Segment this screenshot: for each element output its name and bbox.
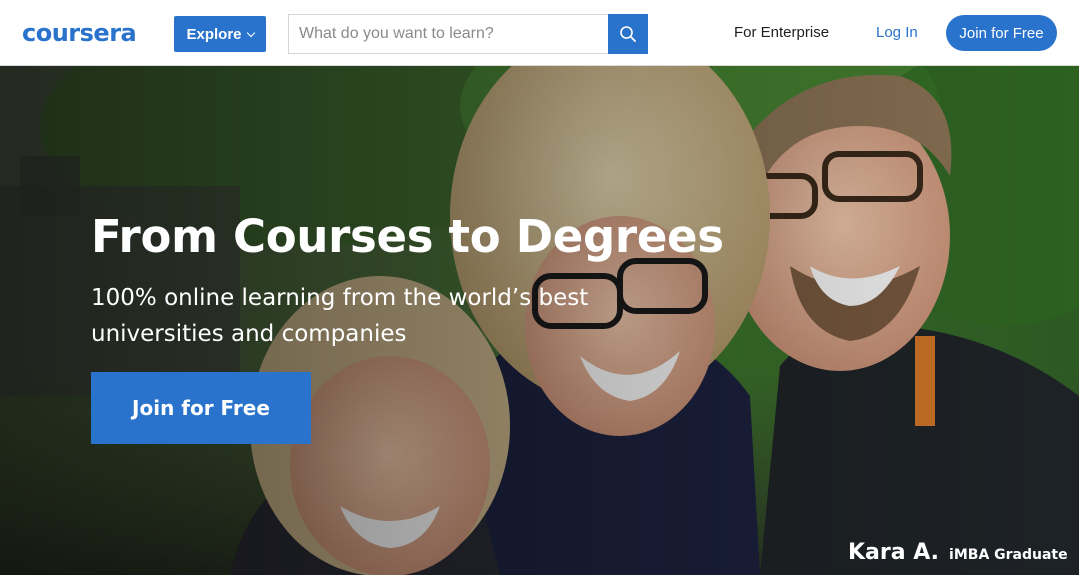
photo-caption: Kara A. iMBA Graduate <box>848 540 1068 565</box>
join-for-free-header-button[interactable]: Join for Free <box>946 15 1057 51</box>
search-icon <box>620 26 636 42</box>
explore-button[interactable]: Explore <box>174 16 266 52</box>
caption-name: Kara A. <box>848 540 940 565</box>
chevron-down-icon <box>246 28 255 37</box>
join-for-free-hero-button[interactable]: Join for Free <box>91 372 311 444</box>
hero-title: From Courses to Degrees <box>91 210 724 263</box>
hero-banner: From Courses to Degrees 100% online lear… <box>0 66 1079 575</box>
search-button[interactable] <box>608 14 648 54</box>
explore-button-label: Explore <box>186 25 242 43</box>
caption-role: iMBA Graduate <box>949 547 1068 563</box>
search-bar <box>288 14 648 54</box>
for-enterprise-link[interactable]: For Enterprise <box>734 24 829 42</box>
log-in-link[interactable]: Log In <box>876 24 918 42</box>
coursera-logo[interactable]: coursera <box>22 19 137 47</box>
hero-subtitle: 100% online learning from the world’s be… <box>91 285 589 347</box>
search-input[interactable] <box>288 14 608 54</box>
top-navigation-bar: coursera Explore For Enterprise Log In J… <box>0 0 1079 66</box>
